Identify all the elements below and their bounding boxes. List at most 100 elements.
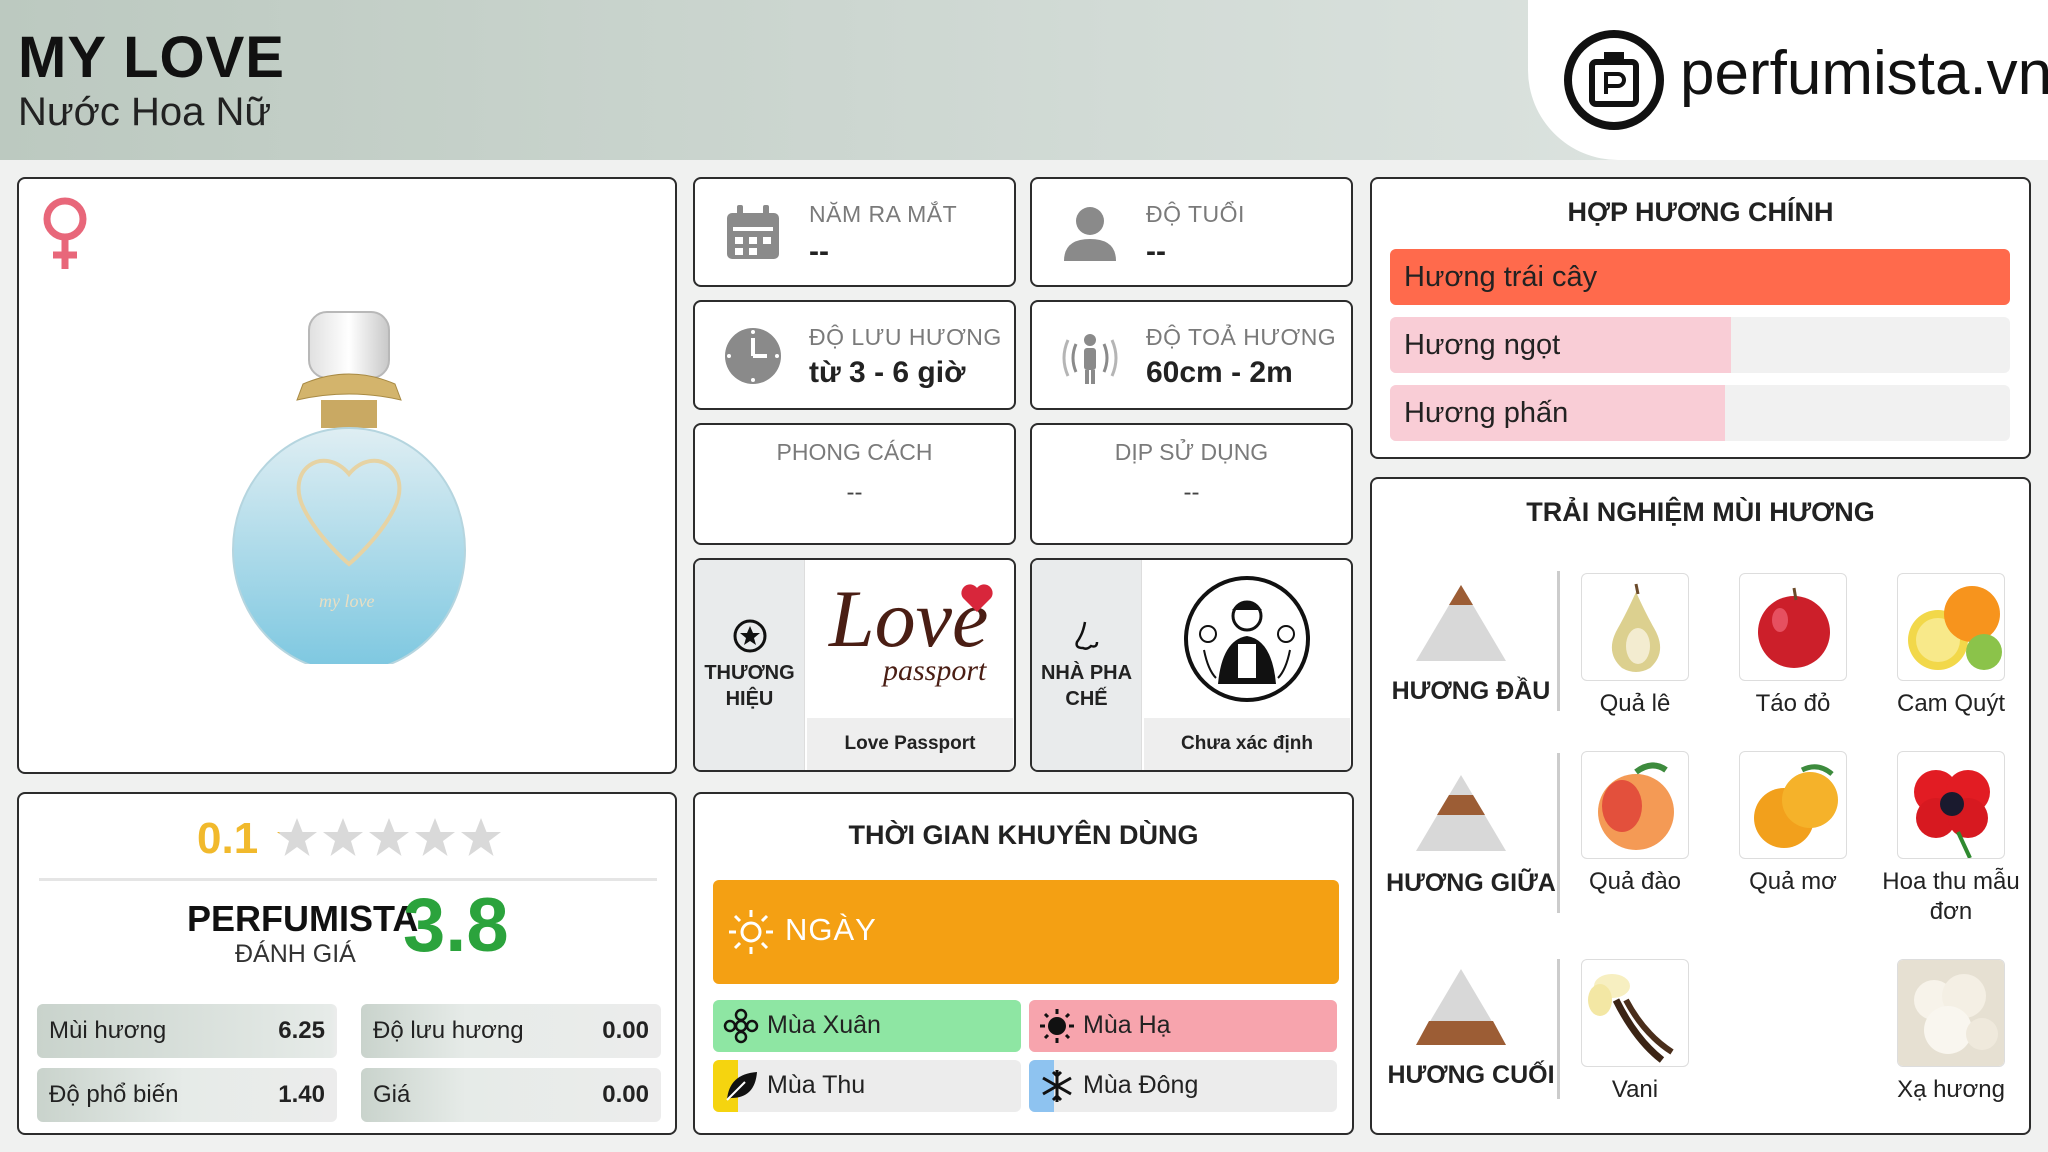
- note-pear-label: Quả lê: [1599, 690, 1671, 717]
- occasion-label: DỊP SỬ DỤNG: [1114, 439, 1269, 465]
- rating-metric-name: Độ lưu hương: [373, 1017, 524, 1044]
- pyramid-top-icon: [1416, 585, 1506, 661]
- brand-name: Love Passport: [807, 718, 1013, 770]
- brand-card[interactable]: THƯƠNG HIỆU Love passport Love Passport: [693, 558, 1016, 772]
- base-notes-label: HƯƠNG CUỐI: [1387, 1061, 1555, 1089]
- heart-icon: [961, 584, 993, 612]
- perfumista-label: PERFUMISTA: [187, 898, 419, 939]
- season-spring-label: Mùa Xuân: [767, 1011, 881, 1039]
- age-card: ĐỘ TUỔI --: [1030, 177, 1353, 287]
- page-header: MY LOVE Nước Hoa Nữ perfumista.vn: [0, 0, 2048, 160]
- rating-metric-value: 0.00: [602, 1081, 649, 1108]
- top-notes-label: HƯƠNG ĐẦU: [1391, 677, 1551, 705]
- star-icon[interactable]: [321, 816, 365, 860]
- rating-metric: Mùi hương 6.25: [37, 1004, 337, 1058]
- perfumer-side-cell: NHÀ PHA CHẾ: [1032, 560, 1142, 770]
- longevity-value: từ 3 - 6 giờ: [809, 356, 966, 389]
- accord-bar: Hương trái cây: [1390, 249, 2010, 305]
- accord-label: Hương phấn: [1404, 397, 1569, 429]
- occasion-value: --: [1183, 479, 1200, 506]
- perfume-subtitle: Nước Hoa Nữ: [18, 90, 272, 134]
- pyramid-middle-icon: [1416, 775, 1506, 851]
- accords-title: HỢP HƯƠNG CHÍNH: [1567, 197, 1834, 227]
- accord-bar: Hương phấn: [1390, 385, 2010, 441]
- occasion-card: DỊP SỬ DỤNG --: [1030, 423, 1353, 545]
- perfumista-sub-label: ĐÁNH GIÁ: [235, 940, 356, 968]
- note-pear-image[interactable]: [1581, 573, 1689, 681]
- note-musk-label: Xạ hương: [1897, 1076, 2005, 1103]
- person-icon: [1064, 207, 1116, 261]
- scent-notes-card: TRẢI NGHIỆM MÙI HƯƠNG HƯƠNG ĐẦU Quả lê T…: [1370, 477, 2031, 1135]
- release-year-label: NĂM RA MẮT: [809, 201, 958, 227]
- note-musk-image[interactable]: [1897, 959, 2005, 1067]
- sun-icon: [729, 910, 773, 954]
- season-summer: Mùa Hạ: [1029, 1000, 1337, 1052]
- note-red-apple-label: Táo đỏ: [1755, 690, 1831, 717]
- brand-side-cell: THƯƠNG HIỆU: [695, 560, 805, 770]
- perfumista-score: 3.8: [403, 883, 509, 968]
- rating-metric-name: Giá: [373, 1081, 411, 1108]
- day-bar: NGÀY: [713, 880, 1339, 984]
- brand-logo-subtext: passport: [883, 654, 987, 687]
- note-apricot-image[interactable]: [1739, 751, 1847, 859]
- longevity-card: ĐỘ LƯU HƯƠNG từ 3 - 6 giờ: [693, 300, 1016, 410]
- longevity-label: ĐỘ LƯU HƯƠNG: [809, 324, 1002, 350]
- note-peach-image[interactable]: [1581, 751, 1689, 859]
- note-vanilla-image[interactable]: [1581, 959, 1689, 1067]
- sillage-label: ĐỘ TOẢ HƯƠNG: [1146, 324, 1337, 350]
- sillage-value: 60cm - 2m: [1146, 356, 1293, 389]
- sun-filled-icon: [1040, 1009, 1074, 1043]
- rating-metric-value: 1.40: [278, 1081, 325, 1108]
- sillage-card: ĐỘ TOẢ HƯƠNG 60cm - 2m: [1030, 300, 1353, 410]
- perfume-title: MY LOVE: [18, 25, 285, 90]
- star-icon[interactable]: [367, 816, 411, 860]
- note-vanilla-label: Vani: [1611, 1076, 1659, 1103]
- nose-icon: [1075, 621, 1099, 650]
- brand-site-name: perfumista.vn: [1680, 39, 2048, 108]
- bottle-label-text: my love: [319, 591, 375, 611]
- female-icon: [43, 197, 87, 269]
- season-winter: Mùa Đông: [1029, 1060, 1337, 1112]
- pyramid-base-icon: [1416, 969, 1506, 1045]
- perfume-bottle-logo-icon: [1564, 30, 1664, 130]
- brand-label: THƯƠNG HIỆU: [704, 662, 795, 710]
- calendar-icon: [727, 205, 779, 259]
- season-spring: Mùa Xuân: [713, 1000, 1021, 1052]
- rating-metric-name: Độ phổ biến: [49, 1081, 179, 1108]
- star-icon[interactable]: [459, 816, 503, 860]
- star-icon[interactable]: [275, 816, 319, 860]
- leaf-icon: [726, 1072, 757, 1101]
- recommended-time-card: THỜI GIAN KHUYÊN DÙNG NGÀY Mùa Xuân Mùa …: [693, 792, 1354, 1135]
- note-peach-label: Quả đào: [1588, 868, 1682, 895]
- clock-icon: [725, 328, 781, 384]
- note-citrus-image[interactable]: [1897, 573, 2005, 681]
- perfumer-portrait-icon: [1184, 576, 1310, 702]
- brand-banner[interactable]: perfumista.vn: [1528, 0, 2048, 160]
- rating-metric-value: 6.25: [278, 1017, 325, 1044]
- style-value: --: [846, 479, 863, 506]
- style-label: PHONG CÁCH: [776, 439, 933, 465]
- time-title: THỜI GIAN KHUYÊN DÙNG: [848, 820, 1199, 850]
- brand-logo[interactable]: Love passport: [807, 562, 1013, 712]
- perfumer-label: NHÀ PHA CHẾ: [1040, 662, 1133, 710]
- day-label: NGÀY: [785, 912, 877, 947]
- release-year-card: NĂM RA MẮT --: [693, 177, 1016, 287]
- rating-metric-value: 0.00: [602, 1017, 649, 1044]
- product-image-card: my love: [17, 177, 677, 774]
- note-red-apple-image[interactable]: [1739, 573, 1847, 681]
- rating-card: 0.1 PERFUMISTA ĐÁNH GIÁ 3.8 Mùi hương 6.2…: [17, 792, 677, 1135]
- star-icon[interactable]: [413, 816, 457, 860]
- star-rating[interactable]: [275, 816, 505, 864]
- note-anemone-image[interactable]: [1897, 751, 2005, 859]
- rating-metric-name: Mùi hương: [49, 1017, 167, 1044]
- perfumer-card[interactable]: NHÀ PHA CHẾ Chưa xác định: [1030, 558, 1353, 772]
- age-label: ĐỘ TUỔI: [1146, 201, 1245, 227]
- release-year-value: --: [809, 235, 829, 268]
- flower-icon: [723, 1008, 759, 1044]
- rating-metric: Độ phổ biến 1.40: [37, 1068, 337, 1122]
- rating-metric: Giá 0.00: [361, 1068, 661, 1122]
- notes-title: TRẢI NGHIỆM MÙI HƯƠNG: [1526, 497, 1875, 527]
- note-apricot-label: Quả mơ: [1749, 868, 1837, 895]
- season-summer-fill: [1029, 1000, 1337, 1052]
- accord-label: Hương ngọt: [1404, 329, 1561, 361]
